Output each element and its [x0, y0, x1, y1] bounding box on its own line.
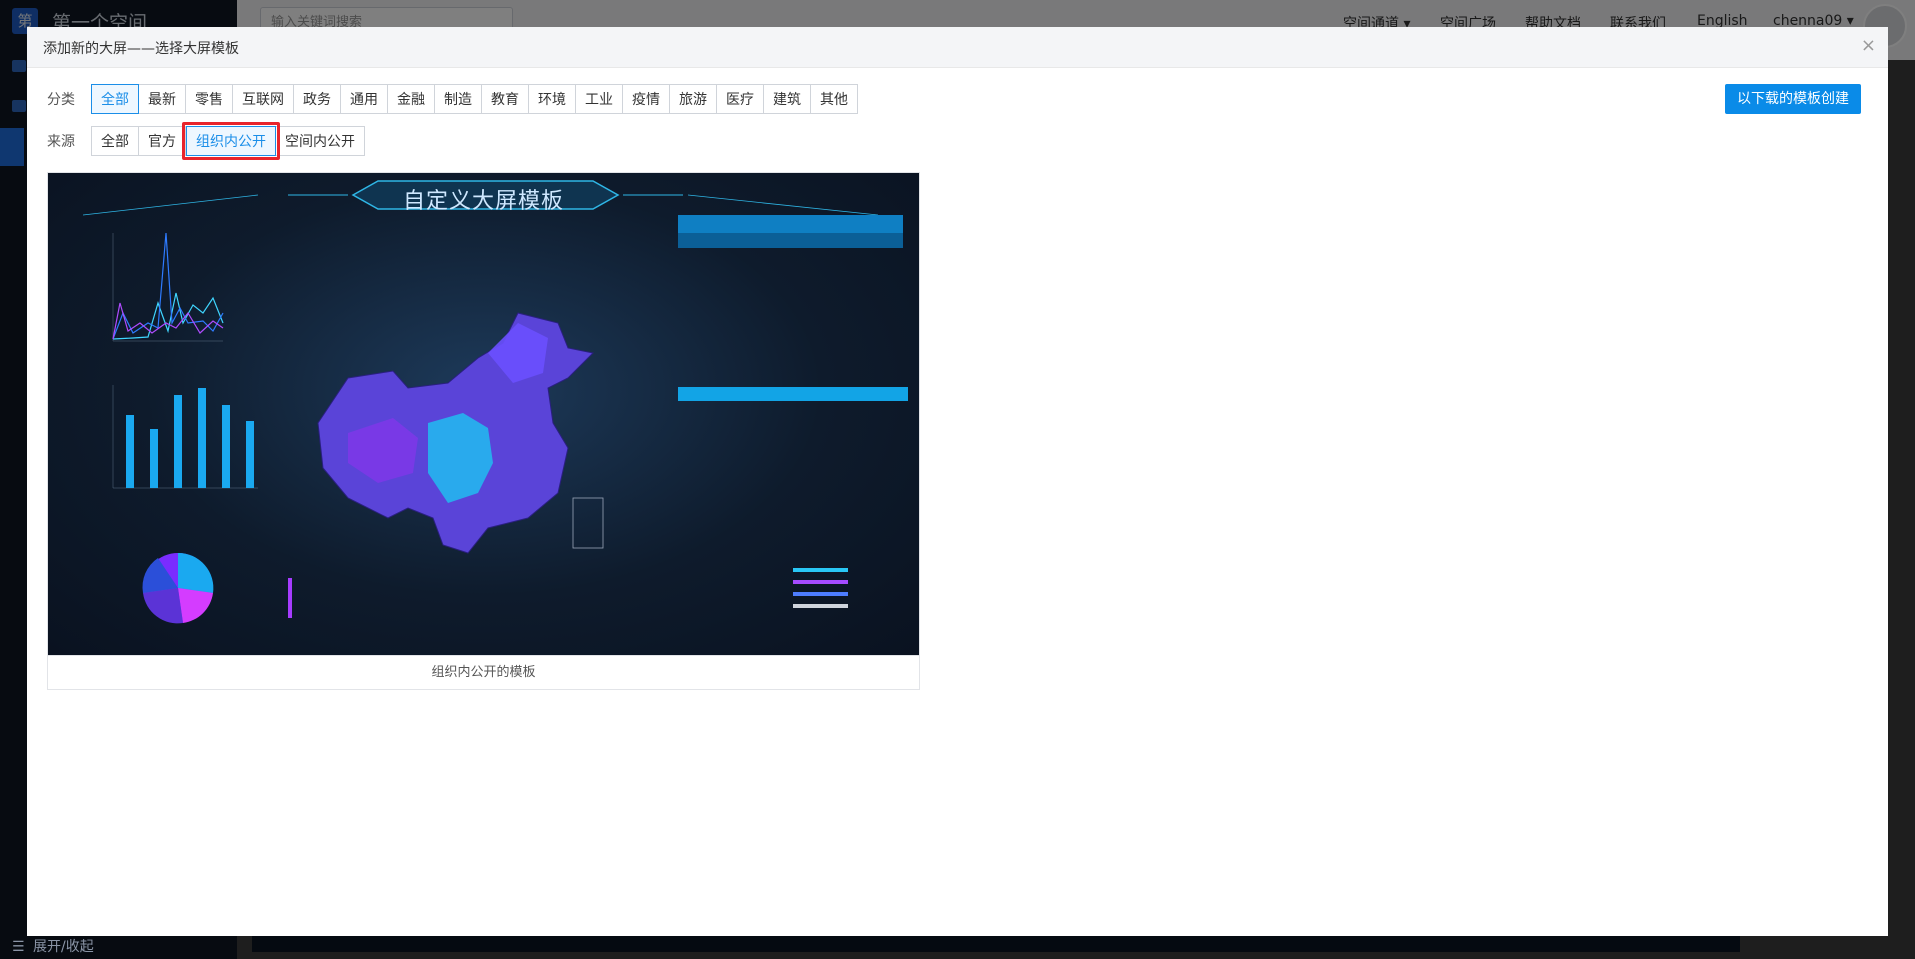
thumbnail-decor: [82, 180, 908, 624]
template-card[interactable]: 自定义大屏模板 组织内公开的模板: [47, 172, 920, 690]
category-filter: 分类 全部 最新 零售 互联网 政务 通用 金融 制造 教育 环境 工业 疫情 旅游 医疗 建筑 其他: [47, 84, 858, 114]
source-button[interactable]: 官方: [139, 126, 186, 156]
category-button[interactable]: 制造: [435, 84, 482, 114]
modal-title: 添加新的大屏——选择大屏模板: [43, 41, 239, 57]
category-button-group: 全部 最新 零售 互联网 政务 通用 金融 制造 教育 环境 工业 疫情 旅游 医疗 建筑 其他: [91, 84, 858, 114]
category-button[interactable]: 最新: [139, 84, 186, 114]
category-button[interactable]: 教育: [482, 84, 529, 114]
source-button[interactable]: 空间内公开: [276, 126, 365, 156]
source-label: 来源: [47, 134, 75, 150]
create-from-downloaded-button[interactable]: 以下载的模板创建: [1725, 84, 1861, 114]
template-thumbnail: 自定义大屏模板: [48, 173, 919, 655]
category-button[interactable]: 政务: [294, 84, 341, 114]
category-button[interactable]: 环境: [529, 84, 576, 114]
close-icon[interactable]: ×: [1861, 35, 1876, 56]
category-button[interactable]: 医疗: [717, 84, 764, 114]
sidebar-toggle-label: 展开/收起: [33, 939, 94, 955]
template-select-modal: 添加新的大屏——选择大屏模板 × 分类 全部 最新 零售 互联网 政务 通用 金融 制造 教育环…: [27, 27, 1888, 936]
source-button[interactable]: 全部: [91, 126, 139, 156]
source-button[interactable]: 组织内公开: [186, 126, 276, 156]
category-button[interactable]: 金融: [388, 84, 435, 114]
category-button[interactable]: 通用: [341, 84, 388, 114]
category-button[interactable]: 疫情: [623, 84, 670, 114]
thumbnail-title: 自定义大屏模板: [402, 189, 564, 214]
modal-header: 添加新的大屏——选择大屏模板 ×: [27, 27, 1888, 68]
category-button[interactable]: 建筑: [764, 84, 811, 114]
template-caption: 组织内公开的模板: [48, 655, 919, 690]
category-button[interactable]: 工业: [576, 84, 623, 114]
category-button[interactable]: 旅游: [670, 84, 717, 114]
source-button-group: 全部 官方 组织内公开 空间内公开: [91, 126, 365, 156]
category-button[interactable]: 全部: [91, 84, 139, 114]
list-collapse-icon: ☰: [12, 939, 25, 955]
sidebar-toggle[interactable]: ☰ 展开/收起: [12, 936, 94, 956]
category-button[interactable]: 零售: [186, 84, 233, 114]
category-label: 分类: [47, 92, 75, 108]
source-filter: 来源 全部 官方 组织内公开 空间内公开: [47, 126, 365, 156]
category-button[interactable]: 其他: [811, 84, 858, 114]
category-button[interactable]: 互联网: [233, 84, 294, 114]
